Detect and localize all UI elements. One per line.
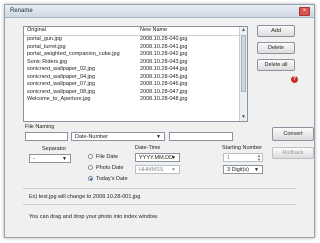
file-list[interactable]: Original New Name portal_gun.jpg 2008.10.… bbox=[23, 26, 248, 122]
starting-number-value: 1 bbox=[227, 155, 231, 161]
add-button[interactable]: Add bbox=[257, 25, 295, 37]
file-list-rows: portal_gun.jpg 2008.10.28-040.jpg portal_t… bbox=[24, 36, 247, 104]
list-item[interactable]: Welcome_to_Aperture.jpg 2008.10.28-048.jp… bbox=[24, 96, 247, 104]
suffix-field[interactable] bbox=[169, 132, 233, 141]
column-header-original[interactable]: Original bbox=[24, 27, 137, 35]
naming-mode-value: Date-Number bbox=[75, 134, 109, 140]
date-format-value: YYYY.MM.DD bbox=[139, 155, 174, 161]
list-item[interactable]: sonicnext_wallpaper_04.jpg 2008.10.28-045… bbox=[24, 74, 247, 82]
new-filename: 2008.10.28-043.jpg bbox=[140, 58, 188, 65]
chevron-down-icon: ▼ bbox=[171, 167, 176, 173]
date-time-label: Date-Time bbox=[135, 145, 161, 151]
new-filename: 2008.10.28-048.jpg bbox=[140, 96, 188, 102]
hint-text: You can drag and drop your photo into in… bbox=[29, 214, 159, 220]
starting-number-label: Starting Number bbox=[222, 145, 263, 151]
chevron-down-icon: ▼ bbox=[156, 134, 161, 140]
digits-select[interactable]: 3 Digit(s) ▼ bbox=[223, 165, 263, 174]
naming-mode-select[interactable]: Date-Number ▼ bbox=[71, 132, 165, 141]
photo-date-label[interactable]: Photo Date bbox=[96, 165, 124, 171]
original-filename: portal_gun.jpg bbox=[27, 36, 62, 42]
original-filename: Welcome_to_Aperture.jpg bbox=[27, 96, 91, 102]
separator-select[interactable]: - ▼ bbox=[29, 154, 71, 163]
prefix-field[interactable] bbox=[25, 132, 68, 141]
list-scrollbar[interactable]: ▲ ▼ bbox=[239, 27, 247, 121]
separator-value: - bbox=[33, 156, 35, 162]
original-filename: sonicnext_wallpaper_08.jpg bbox=[27, 88, 95, 95]
file-naming-label: File Naming bbox=[25, 124, 55, 130]
new-filename: 2008.10.28-040.jpg bbox=[140, 36, 188, 42]
original-filename: sonicnext_wallpaper_02.jpg bbox=[27, 66, 95, 72]
divider bbox=[23, 204, 296, 205]
list-item[interactable]: portal_weighted_companion_cube.jpg 2008.1… bbox=[24, 51, 247, 59]
rollback-button[interactable]: Rollback bbox=[272, 147, 314, 159]
stepper-arrows-icon[interactable]: ▲ ▼ bbox=[257, 154, 261, 162]
title-bar[interactable]: Rename × bbox=[5, 5, 314, 18]
scroll-down-icon[interactable]: ▼ bbox=[240, 114, 247, 121]
new-filename: 2008.10.28-047.jpg bbox=[140, 88, 188, 95]
list-item[interactable]: sonicnext_wallpaper_02.jpg 2008.10.28-044… bbox=[24, 66, 247, 74]
delete-all-button[interactable]: Delete all bbox=[257, 59, 295, 71]
list-item[interactable]: portal_gun.jpg 2008.10.28-040.jpg bbox=[24, 36, 247, 44]
new-filename: 2008.10.28-041.jpg bbox=[140, 43, 188, 50]
list-item[interactable]: sonicnext_wallpaper_07.jpg 2008.10.28-046… bbox=[24, 81, 247, 89]
list-item[interactable]: portal_turret.jpg 2008.10.28-041.jpg bbox=[24, 44, 247, 52]
original-filename: Sonic Riders.jpg bbox=[27, 58, 68, 65]
starting-number-stepper[interactable]: 1 ▲ ▼ bbox=[223, 153, 263, 162]
example-text: Ex) test.jpg will change to 2008.10.28-0… bbox=[29, 194, 141, 200]
chevron-down-icon: ▼ bbox=[62, 156, 67, 162]
convert-button[interactable]: Convert bbox=[272, 127, 314, 141]
photo-date-radio[interactable] bbox=[88, 165, 93, 170]
todays-date-radio[interactable] bbox=[88, 176, 93, 181]
time-format-value: HHMMSS bbox=[139, 167, 164, 173]
close-icon[interactable]: × bbox=[299, 7, 310, 16]
scroll-thumb[interactable] bbox=[241, 35, 246, 92]
file-list-header: Original New Name bbox=[24, 27, 247, 36]
window-title: Rename bbox=[10, 7, 33, 14]
list-item[interactable]: sonicnext_wallpaper_08.jpg 2008.10.28-047… bbox=[24, 89, 247, 97]
column-header-new-name[interactable]: New Name bbox=[137, 27, 240, 35]
separator-label: Separator bbox=[42, 146, 67, 152]
divider bbox=[23, 188, 296, 189]
date-format-select[interactable]: YYYY.MM.DD ▼ bbox=[135, 153, 180, 162]
original-filename: portal_weighted_companion_cube.jpg bbox=[27, 51, 120, 57]
chevron-down-icon: ▼ bbox=[254, 167, 259, 173]
rename-dialog: Rename × Original New Name portal_gun.jp… bbox=[4, 4, 315, 238]
file-date-label[interactable]: File Date bbox=[96, 154, 118, 160]
scroll-up-icon[interactable]: ▲ bbox=[240, 27, 247, 34]
original-filename: sonicnext_wallpaper_04.jpg bbox=[27, 73, 95, 80]
digits-value: 3 Digit(s) bbox=[227, 167, 250, 173]
new-filename: 2008.10.28-046.jpg bbox=[140, 81, 188, 87]
help-icon[interactable]: ? bbox=[291, 76, 298, 83]
original-filename: sonicnext_wallpaper_07.jpg bbox=[27, 81, 95, 87]
time-format-select[interactable]: HHMMSS ▼ bbox=[135, 165, 180, 174]
chevron-down-icon: ▼ bbox=[171, 155, 176, 161]
list-item[interactable]: Sonic Riders.jpg 2008.10.28-043.jpg bbox=[24, 59, 247, 67]
new-filename: 2008.10.28-045.jpg bbox=[140, 73, 188, 80]
new-filename: 2008.10.28-044.jpg bbox=[140, 66, 188, 72]
delete-button[interactable]: Delete bbox=[257, 42, 295, 54]
file-date-radio[interactable] bbox=[88, 154, 93, 159]
original-filename: portal_turret.jpg bbox=[27, 43, 66, 50]
new-filename: 2008.10.28-042.jpg bbox=[140, 51, 188, 57]
todays-date-label[interactable]: Today's Date bbox=[96, 176, 128, 182]
